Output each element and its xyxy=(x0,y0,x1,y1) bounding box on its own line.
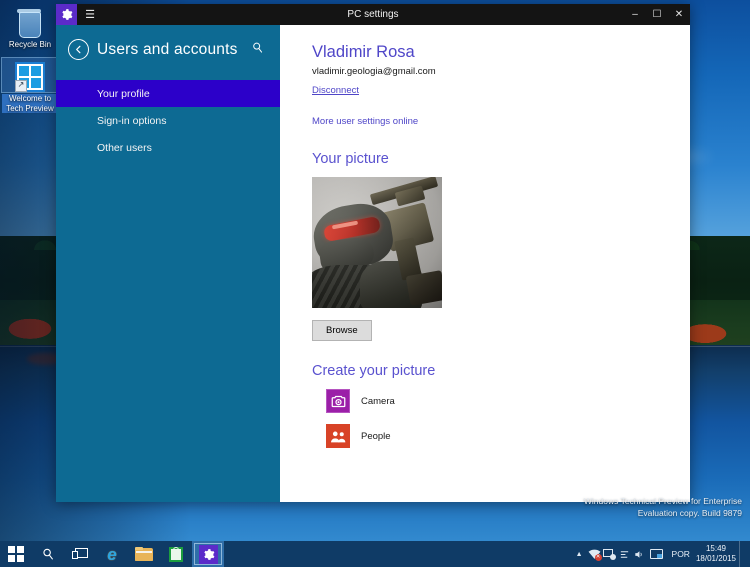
watermark-line-2: Evaluation copy. Build 9879 xyxy=(637,508,742,518)
show-desktop-button[interactable] xyxy=(739,541,746,567)
file-explorer-button[interactable] xyxy=(128,541,160,567)
windows-logo-icon: ↗ xyxy=(1,57,59,93)
desktop-icon-recycle-bin[interactable]: Recycle Bin xyxy=(2,4,58,50)
language-indicator[interactable]: POR xyxy=(672,549,690,559)
desktop-icon-welcome-to-tech-preview[interactable]: ↗ Welcome to Tech Preview xyxy=(1,57,59,116)
sidebar-header: Users and accounts xyxy=(56,25,280,60)
create-picture-camera-row[interactable]: Camera xyxy=(312,389,670,413)
store-bag-icon xyxy=(169,546,183,562)
window-controls[interactable]: – ☐ ✕ xyxy=(624,4,690,25)
account-name: Vladimir Rosa xyxy=(312,43,415,61)
sidebar-item-your-profile[interactable]: Your profile xyxy=(56,80,280,107)
sidebar-item-other-users[interactable]: Other users xyxy=(56,134,280,161)
maximize-button[interactable]: ☐ xyxy=(646,4,668,25)
sidebar-nav[interactable]: Your profile Sign-in options Other users xyxy=(56,80,280,161)
account-email: vladimir.geologia@gmail.com xyxy=(312,66,436,77)
window-titlebar[interactable]: ☰ PC settings – ☐ ✕ xyxy=(56,4,690,25)
settings-sidebar[interactable]: Users and accounts Your profile Sign-in … xyxy=(56,25,280,502)
pc-settings-window[interactable]: ☰ PC settings – ☐ ✕ Users and accounts Y… xyxy=(56,4,690,502)
create-picture-people-row[interactable]: People xyxy=(312,424,670,448)
antivirus-icon[interactable] xyxy=(602,549,617,560)
settings-content: Vladimir Rosa vladimir.geologia@gmail.co… xyxy=(280,25,690,502)
pc-settings-button[interactable] xyxy=(192,541,224,567)
your-picture-heading: Your picture xyxy=(312,151,389,167)
evaluation-watermark: Windows Technical Preview for Enterprise… xyxy=(584,495,742,519)
desktop-icon-label: Welcome to Tech Preview xyxy=(2,94,58,113)
search-icon xyxy=(43,548,53,560)
sidebar-item-label: Other users xyxy=(97,141,152,154)
close-button[interactable]: ✕ xyxy=(668,4,690,25)
taskbar[interactable]: e ▲ ✕ POR 15:49 18/01/2015 xyxy=(0,541,750,567)
network-error-icon[interactable]: ✕ xyxy=(587,549,602,561)
search-icon[interactable] xyxy=(251,41,264,59)
search-button[interactable] xyxy=(32,541,64,567)
browse-button[interactable]: Browse xyxy=(312,320,372,341)
back-arrow-icon[interactable] xyxy=(68,39,89,60)
internet-explorer-button[interactable]: e xyxy=(96,541,128,567)
desktop-icon-label: Recycle Bin xyxy=(8,40,52,49)
hamburger-icon[interactable]: ☰ xyxy=(77,4,103,25)
folder-icon xyxy=(135,547,153,561)
minimize-button[interactable]: – xyxy=(624,4,646,25)
camera-icon xyxy=(326,389,350,413)
sidebar-title: Users and accounts xyxy=(97,40,238,58)
gear-icon xyxy=(56,4,77,25)
store-button[interactable] xyxy=(160,541,192,567)
sidebar-item-label: Sign-in options xyxy=(97,114,167,127)
sidebar-item-sign-in-options[interactable]: Sign-in options xyxy=(56,107,280,134)
more-user-settings-online-link[interactable]: More user settings online xyxy=(312,116,418,127)
people-icon xyxy=(326,424,350,448)
people-label: People xyxy=(361,430,391,442)
clock[interactable]: 15:49 18/01/2015 xyxy=(696,544,736,564)
notification-icon[interactable] xyxy=(647,549,666,559)
volume-icon[interactable] xyxy=(632,549,647,560)
create-your-picture-heading: Create your picture xyxy=(312,363,436,379)
window-title: PC settings xyxy=(347,9,399,20)
gear-icon xyxy=(198,544,218,564)
sidebar-item-label: Your profile xyxy=(97,87,150,100)
camera-label: Camera xyxy=(361,395,395,407)
tray-overflow-button[interactable]: ▲ xyxy=(572,551,587,558)
clock-date: 18/01/2015 xyxy=(695,554,736,563)
disconnect-link[interactable]: Disconnect xyxy=(312,85,359,96)
internet-explorer-icon: e xyxy=(107,544,117,564)
watermark-line-1: Windows Technical Preview for Enterprise xyxy=(583,496,742,506)
windows-logo-icon xyxy=(8,546,24,562)
avatar-shading xyxy=(312,177,442,308)
task-view-icon xyxy=(72,547,88,561)
start-button[interactable] xyxy=(0,541,32,567)
task-view-button[interactable] xyxy=(64,541,96,567)
action-icon[interactable] xyxy=(617,549,632,560)
clock-time: 15:49 xyxy=(705,544,726,553)
window-body: Users and accounts Your profile Sign-in … xyxy=(56,25,690,502)
recycle-bin-icon xyxy=(2,4,58,38)
profile-picture[interactable] xyxy=(312,177,442,308)
system-tray[interactable]: ▲ ✕ POR 15:49 18/01/2015 xyxy=(572,541,750,567)
